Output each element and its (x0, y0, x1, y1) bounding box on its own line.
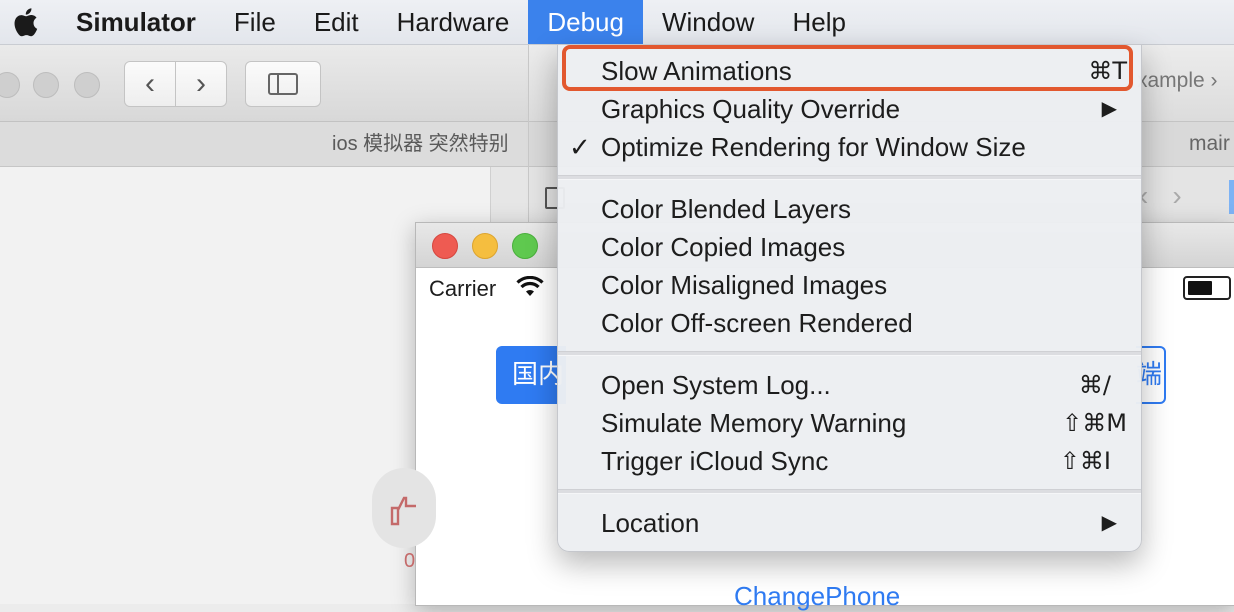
submenu-arrow-icon: ▶ (1101, 512, 1117, 534)
editor-indicator (1229, 180, 1234, 214)
segment-domestic[interactable]: 国内 (496, 346, 566, 404)
simulator-close-button[interactable] (432, 233, 458, 259)
breadcrumb-label: xample (1137, 69, 1205, 92)
chevron-right-icon[interactable]: › (1172, 180, 1181, 211)
carrier-label: Carrier (429, 276, 497, 301)
menu-item-label: Open System Log... (601, 370, 831, 400)
menu-item-open-system-log[interactable]: Open System Log... ⌘/ (558, 366, 1141, 404)
chevron-left-icon: ‹ (145, 67, 155, 100)
submenu-arrow-icon: ▶ (1101, 98, 1117, 120)
menu-item-label: Color Misaligned Images (601, 270, 888, 300)
menu-item-label: Optimize Rendering for Window Size (601, 132, 1026, 162)
background-tab-strip: ios 模拟器 突然特别 (0, 122, 530, 167)
window-zoom-button[interactable] (74, 72, 100, 98)
menu-item-label: Graphics Quality Override (601, 94, 901, 124)
menu-app-name[interactable]: Simulator (50, 0, 215, 44)
menu-item-color-blended-layers[interactable]: Color Blended Layers (558, 190, 1141, 228)
breadcrumb[interactable]: xample › (1137, 69, 1218, 93)
menu-separator (558, 351, 1141, 356)
menu-item-color-misaligned-images[interactable]: Color Misaligned Images (558, 266, 1141, 304)
menu-help[interactable]: Help (773, 0, 864, 44)
menu-item-graphics-quality[interactable]: Graphics Quality Override ▶ (558, 90, 1141, 128)
window-minimize-button[interactable] (33, 72, 59, 98)
menu-file[interactable]: File (215, 0, 295, 44)
simulator-zoom-button[interactable] (512, 233, 538, 259)
menu-item-optimize-rendering[interactable]: ✓ Optimize Rendering for Window Size (558, 128, 1141, 166)
background-tab-title[interactable]: ios 模拟器 突然特别 (332, 122, 509, 166)
menu-window[interactable]: Window (643, 0, 773, 44)
checkmark-icon: ✓ (569, 132, 591, 162)
battery-icon (1183, 276, 1231, 300)
forward-button[interactable]: › (175, 61, 227, 107)
back-button[interactable]: ‹ (124, 61, 176, 107)
shortcut-label: ⌘T (1088, 57, 1127, 85)
xcode-nav-arrows: ‹ › (1139, 180, 1206, 212)
menu-debug[interactable]: Debug (528, 0, 643, 44)
sidebar-toggle-button[interactable] (245, 61, 321, 107)
apple-logo-icon[interactable] (0, 0, 50, 44)
shortcut-label: ⌘/ (1078, 371, 1111, 399)
menu-item-label: Color Blended Layers (601, 194, 852, 224)
menu-item-color-copied-images[interactable]: Color Copied Images (558, 228, 1141, 266)
change-phone-link[interactable]: ChangePhone (734, 581, 900, 612)
background-divider (490, 167, 531, 227)
menu-item-trigger-icloud-sync[interactable]: Trigger iCloud Sync ⇧⌘I (558, 442, 1141, 480)
menu-item-location[interactable]: Location ▶ (558, 504, 1141, 542)
menu-item-label: Simulate Memory Warning (601, 408, 907, 438)
like-count: 0 (404, 550, 416, 572)
menu-item-label: Color Copied Images (601, 232, 846, 262)
chevron-right-icon: › (196, 67, 206, 100)
menu-item-label: Location (601, 508, 700, 538)
thumbs-up-icon (390, 496, 416, 526)
menu-item-simulate-memory-warning[interactable]: Simulate Memory Warning ⇧⌘M (558, 404, 1141, 442)
menu-separator (558, 489, 1141, 494)
debug-menu-dropdown: Slow Animations ⌘T Graphics Quality Over… (557, 44, 1142, 552)
chevron-right-icon: › (1210, 69, 1218, 92)
menu-item-color-offscreen-rendered[interactable]: Color Off-screen Rendered (558, 304, 1141, 342)
menu-item-slow-animations[interactable]: Slow Animations ⌘T (558, 52, 1141, 90)
simulator-minimize-button[interactable] (472, 233, 498, 259)
menu-separator (558, 175, 1141, 180)
menu-edit[interactable]: Edit (295, 0, 378, 44)
xcode-tab-label[interactable]: mair (1189, 132, 1230, 156)
menu-bar: Simulator File Edit Hardware Debug Windo… (0, 0, 1234, 45)
shortcut-label: ⇧⌘M (1062, 409, 1127, 437)
menu-hardware[interactable]: Hardware (378, 0, 529, 44)
wifi-icon (516, 276, 544, 296)
sidebar-icon (268, 73, 298, 95)
shortcut-label: ⇧⌘I (1059, 447, 1111, 475)
menu-item-label: Color Off-screen Rendered (601, 308, 913, 338)
menu-item-label: Trigger iCloud Sync (601, 446, 829, 476)
menu-item-label: Slow Animations (601, 56, 792, 86)
